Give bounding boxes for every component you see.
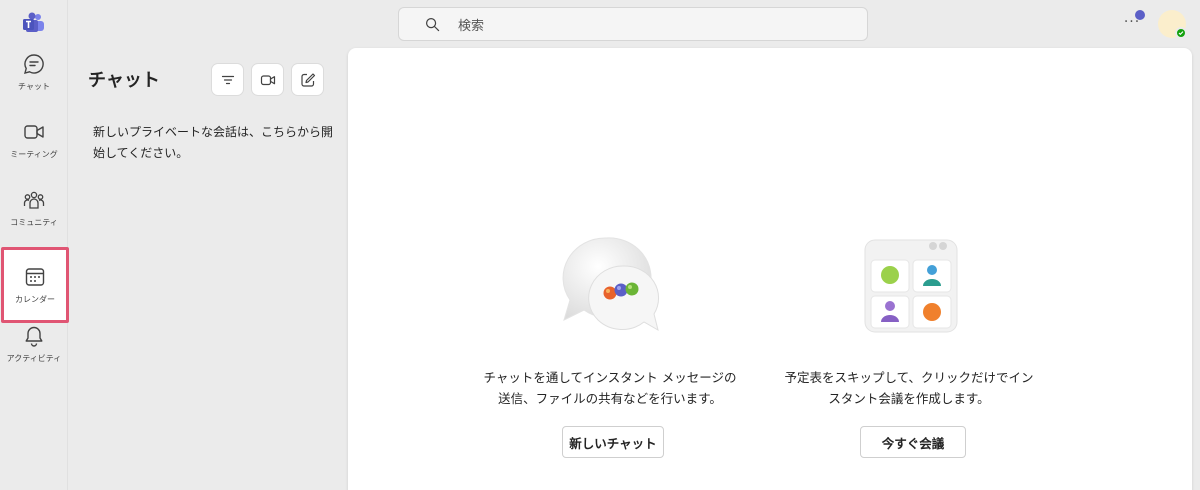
presence-available-icon xyxy=(1175,27,1187,39)
filter-icon xyxy=(221,75,234,84)
meet-now-cta-button[interactable]: 今すぐ会議 xyxy=(860,426,966,458)
rail-item-community[interactable]: コミュニティ xyxy=(2,176,66,240)
rail-label: ミーティング xyxy=(10,149,58,159)
search-placeholder: 検索 xyxy=(458,18,485,34)
rail-item-activity[interactable]: アクティビティ xyxy=(2,312,66,376)
search-input[interactable]: 検索 xyxy=(398,7,868,41)
video-icon xyxy=(260,74,275,85)
filter-button[interactable] xyxy=(211,63,244,96)
chat-pane-title: チャット xyxy=(88,70,160,91)
rail-item-meetings[interactable]: ミーティング xyxy=(2,108,66,172)
rail-label: チャット xyxy=(18,81,50,91)
notification-dot xyxy=(1135,10,1145,20)
chat-card-description: チャットを通してインスタント メッセージの送信、ファイルの共有などを行います。 xyxy=(483,370,737,406)
rail-label: カレンダー xyxy=(15,294,55,304)
meet-card-description: 予定表をスキップして、クリックだけでインスタント会議を作成します。 xyxy=(784,370,1034,406)
rail-label: コミュニティ xyxy=(10,217,58,227)
chat-icon xyxy=(24,53,44,74)
chat-bubbles-illustration xyxy=(562,237,660,332)
main-content: チャットを通してインスタント メッセージの送信、ファイルの共有などを行います。 … xyxy=(348,48,1192,490)
rail-label: アクティビティ xyxy=(6,353,62,363)
rail-item-chat[interactable]: チャット xyxy=(2,40,66,104)
chat-empty-message: 新しいプライベートな会話は、こちらから開始してください。 xyxy=(93,125,334,160)
new-chat-button[interactable] xyxy=(291,63,324,96)
meeting-grid-illustration xyxy=(864,239,958,333)
video-icon xyxy=(24,124,44,139)
teams-logo-icon[interactable] xyxy=(23,12,45,34)
new-chat-cta-button[interactable]: 新しいチャット xyxy=(562,426,664,458)
people-icon xyxy=(23,191,45,209)
meet-now-button[interactable] xyxy=(251,63,284,96)
bell-icon xyxy=(25,326,43,347)
search-icon xyxy=(425,17,440,31)
compose-icon xyxy=(300,72,315,87)
calendar-icon xyxy=(25,267,45,286)
app-rail: チャット ミーティング コミュニティ カレンダー アクティビティ xyxy=(0,0,69,490)
